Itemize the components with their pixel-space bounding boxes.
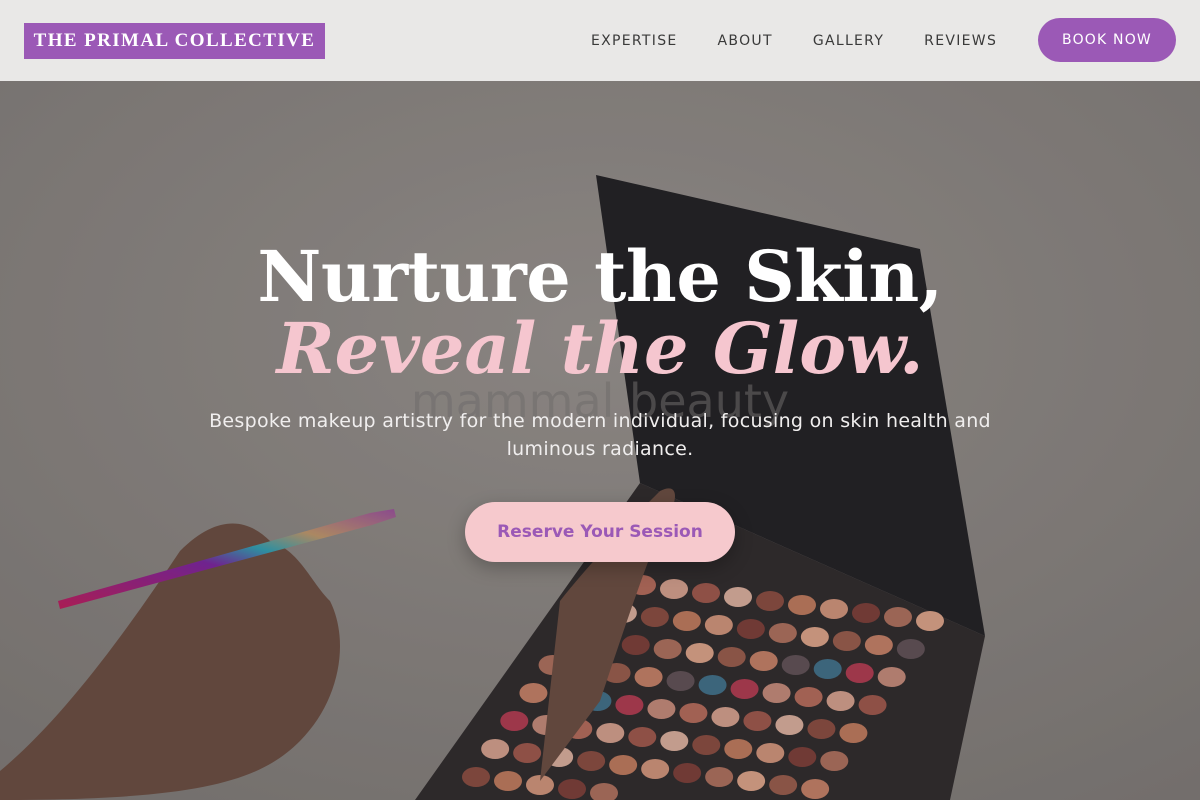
hero-content: Nurture the Skin, Reveal the Glow. Bespo… [0, 81, 1200, 800]
book-now-button[interactable]: BOOK NOW [1038, 18, 1176, 62]
site-header: THE PRIMAL COLLECTIVE EXPERTISE ABOUT GA… [0, 0, 1200, 81]
hero-subtitle: Bespoke makeup artistry for the modern i… [209, 410, 991, 460]
main-nav: EXPERTISE ABOUT GALLERY REVIEWS [591, 0, 1037, 81]
nav-link-expertise[interactable]: EXPERTISE [591, 33, 678, 49]
brand-logo[interactable]: THE PRIMAL COLLECTIVE [24, 22, 325, 59]
nav-link-gallery[interactable]: GALLERY [813, 33, 884, 49]
nav-link-reviews[interactable]: REVIEWS [924, 33, 997, 49]
nav-link-about[interactable]: ABOUT [718, 33, 773, 49]
hero-headline-line1: Nurture the Skin, [257, 235, 943, 318]
reserve-session-button[interactable]: Reserve Your Session [465, 502, 735, 562]
hero-section: mammal beauty Nurture the Skin, Reveal t… [0, 81, 1200, 800]
hero-headline-line2: Reveal the Glow. [276, 307, 924, 390]
